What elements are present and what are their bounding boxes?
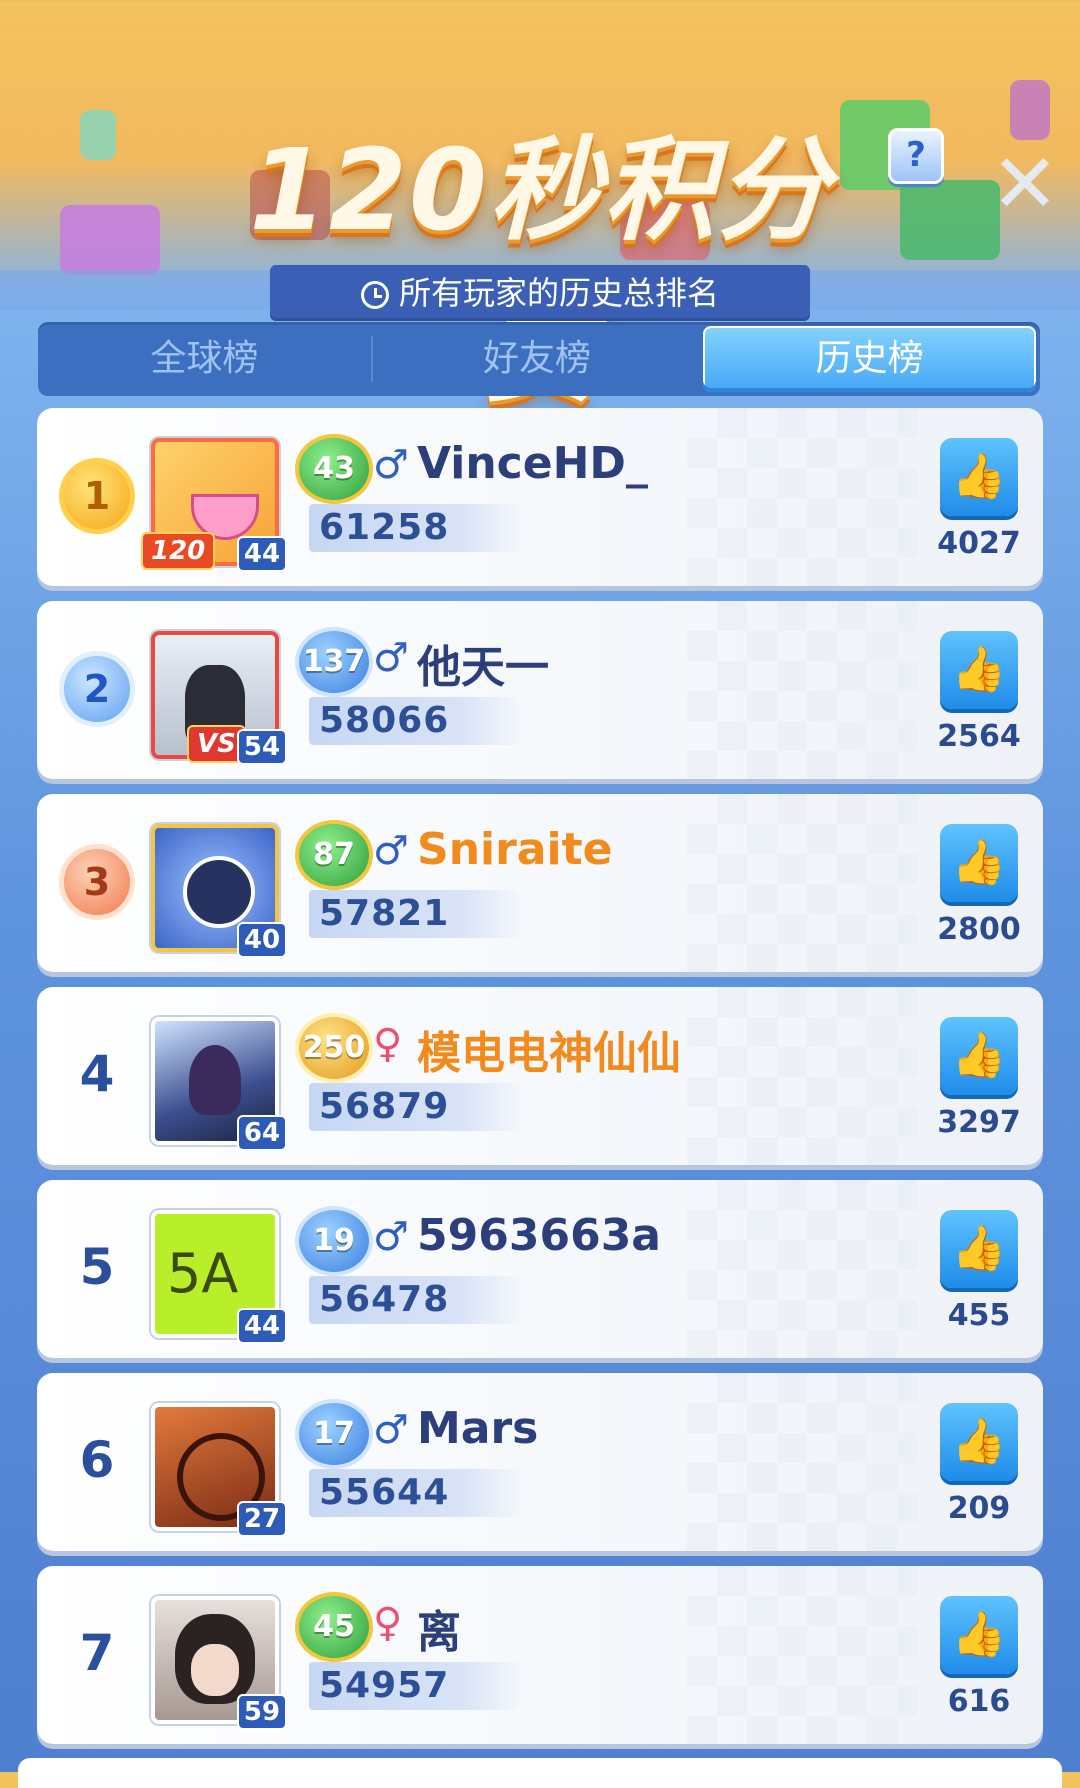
player-name: 5963663a [417, 1210, 661, 1261]
decor-pattern [687, 987, 917, 1165]
like-count: 2800 [937, 912, 1021, 947]
thumbs-up-icon[interactable]: 👍 [940, 438, 1018, 516]
player-score: 54957 [319, 1665, 450, 1706]
player-name: Sniraite [417, 824, 613, 875]
decor-block [60, 205, 160, 275]
rank-medal-gold: 1 [59, 458, 135, 534]
player-name: VinceHD_ [417, 438, 648, 489]
decor-pattern [687, 601, 917, 779]
tab-bar: 全球榜 好友榜 历史榜 [38, 322, 1040, 396]
leaderboard-row[interactable]: 5 5A 44 19 ♂ 5963663a 56478 👍 455 [37, 1180, 1043, 1358]
decor-block [1010, 80, 1050, 140]
rank-number: 6 [79, 1431, 115, 1489]
tab-global[interactable]: 全球榜 [38, 322, 371, 396]
leaderboard-row[interactable]: 7 59 45 ♀ 离 54957 👍 616 [37, 1566, 1043, 1744]
leaderboard-row[interactable]: 3 40 87 ♂ Sniraite 57821 👍 2800 [37, 794, 1043, 972]
like-count: 616 [947, 1684, 1011, 1719]
female-icon: ♀ [373, 1600, 403, 1646]
avatar-image [189, 1045, 241, 1115]
subtitle-text: 所有玩家的历史总排名 [398, 274, 719, 312]
thumbs-up-icon[interactable]: 👍 [940, 1210, 1018, 1288]
avatar-text: 5A [167, 1242, 239, 1305]
leaderboard-row[interactable]: 6 27 17 ♂ Mars 55644 👍 209 [37, 1373, 1043, 1551]
like-count: 3297 [937, 1105, 1021, 1140]
player-score: 56879 [319, 1086, 450, 1127]
close-button[interactable]: ✕ [990, 144, 1060, 226]
thumbs-up-icon[interactable]: 👍 [940, 631, 1018, 709]
like-count: 2564 [937, 719, 1021, 754]
avatar-tag: 120 [141, 532, 216, 570]
level-badge: 19 [295, 1206, 373, 1276]
avatar-level-badge: 40 [237, 922, 287, 958]
avatar-level-badge: 64 [237, 1115, 287, 1151]
tab-history[interactable]: 历史榜 [703, 326, 1037, 392]
player-name: Mars [417, 1403, 539, 1454]
subtitle-banner: 所有玩家的历史总排名 [270, 265, 810, 321]
help-button[interactable]: ? [888, 128, 944, 184]
avatar-level-badge: 27 [237, 1501, 287, 1537]
thumbs-up-icon[interactable]: 👍 [940, 824, 1018, 902]
thumbs-up-icon[interactable]: 👍 [940, 1017, 1018, 1095]
male-icon: ♂ [373, 442, 409, 488]
leaderboard-row[interactable]: 2 VS 54 137 ♂ 他天一 58066 👍 2564 [37, 601, 1043, 779]
level-badge: 45 [295, 1592, 373, 1662]
player-score: 58066 [319, 700, 450, 741]
male-icon: ♂ [373, 635, 409, 681]
avatar-level-badge: 44 [237, 1308, 287, 1344]
decor-pattern [687, 1566, 917, 1744]
player-name: 模电电神仙仙 [417, 1028, 681, 1079]
thumbs-up-icon[interactable]: 👍 [940, 1403, 1018, 1481]
leaderboard-list: 1 120 44 43 ♂ VinceHD_ 61258 👍 4027 2 VS… [37, 408, 1043, 1759]
level-badge: 250 [295, 1013, 373, 1083]
clock-icon [360, 281, 389, 309]
thumbs-up-icon[interactable]: 👍 [940, 1596, 1018, 1674]
decor-pattern [687, 408, 917, 586]
decor-pattern [687, 1180, 917, 1358]
male-icon: ♂ [373, 1214, 409, 1260]
leaderboard-row[interactable]: 1 120 44 43 ♂ VinceHD_ 61258 👍 4027 [37, 408, 1043, 586]
avatar-level-badge: 54 [237, 729, 287, 765]
level-badge: 87 [295, 820, 373, 890]
avatar-level-badge: 59 [237, 1694, 287, 1730]
player-name: 离 [417, 1607, 461, 1658]
rank-number: 7 [79, 1624, 115, 1682]
avatar-image [183, 856, 255, 928]
decor-pattern [687, 1373, 917, 1551]
decor-block [80, 110, 116, 160]
level-badge: 17 [295, 1399, 373, 1469]
leaderboard-row[interactable]: 4 64 250 ♀ 模电电神仙仙 56879 👍 3297 [37, 987, 1043, 1165]
decor-block [900, 180, 1000, 260]
like-count: 209 [947, 1491, 1011, 1526]
player-score: 56478 [319, 1279, 450, 1320]
rank-medal-silver: 2 [59, 651, 135, 727]
tab-friends[interactable]: 好友榜 [370, 322, 704, 396]
decor-pattern [687, 794, 917, 972]
rank-number: 5 [79, 1238, 115, 1296]
rank-number: 4 [79, 1045, 115, 1103]
avatar-image [175, 1614, 255, 1704]
bottom-panel-edge [18, 1758, 1062, 1788]
player-score: 57821 [319, 893, 450, 934]
avatar-level-badge: 44 [237, 536, 287, 572]
like-count: 455 [947, 1298, 1011, 1333]
player-score: 61258 [319, 507, 450, 548]
male-icon: ♂ [373, 828, 409, 874]
like-count: 4027 [937, 526, 1021, 561]
level-badge: 43 [295, 434, 373, 504]
female-icon: ♀ [373, 1021, 403, 1067]
player-name: 他天一 [417, 642, 549, 693]
rank-medal-bronze: 3 [59, 844, 135, 920]
level-badge: 137 [295, 627, 373, 697]
male-icon: ♂ [373, 1407, 409, 1453]
player-score: 55644 [319, 1472, 450, 1513]
